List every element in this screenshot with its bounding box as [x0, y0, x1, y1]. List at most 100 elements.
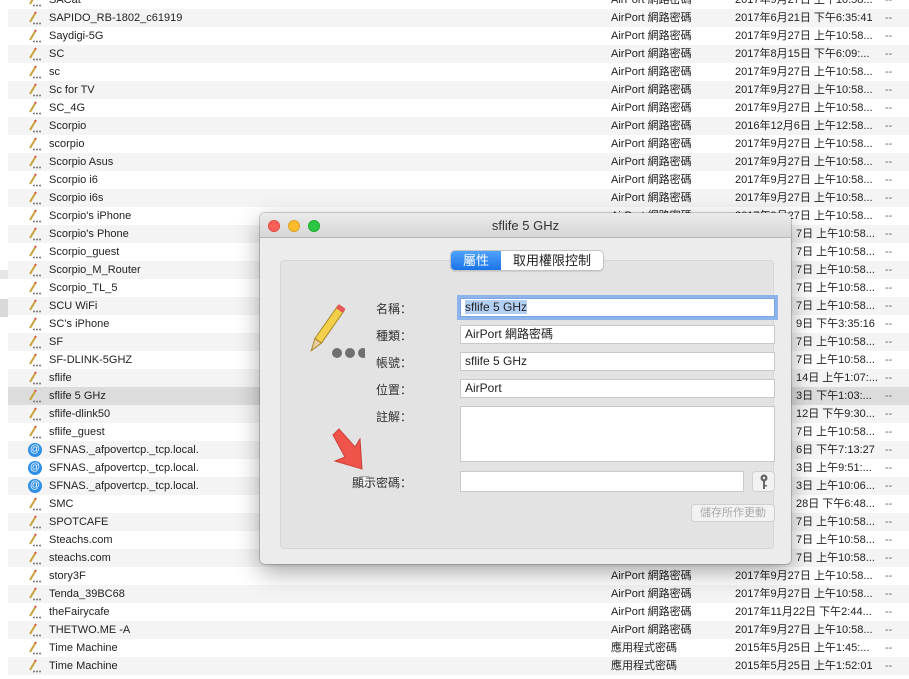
zoom-button[interactable]: [308, 220, 320, 232]
item-kind: AirPort 網路密碼: [611, 12, 692, 24]
password-pencil-icon: [28, 533, 42, 547]
account-field[interactable]: sflife 5 GHz: [460, 352, 775, 371]
list-row[interactable]: Scorpio AirPort 網路密碼 2016年12月6日 上午12:58...…: [8, 117, 909, 135]
list-row[interactable]: SC AirPort 網路密碼 2017年8月15日 下午6:09:... --: [8, 45, 909, 63]
close-button[interactable]: [268, 220, 280, 232]
password-pencil-icon: [28, 83, 42, 97]
password-assistant-button[interactable]: [752, 471, 775, 492]
password-field[interactable]: [460, 471, 744, 492]
password-pencil-icon: [28, 11, 42, 25]
item-expires: --: [885, 0, 893, 6]
password-pencil-icon: [28, 281, 42, 295]
item-kind: AirPort 網路密碼: [611, 624, 692, 636]
show-password-label[interactable]: 顯示密碼：: [352, 474, 412, 491]
name-value: sflife 5 GHz: [465, 300, 528, 314]
item-expires: --: [885, 498, 893, 510]
password-pencil-icon: [28, 245, 42, 259]
list-row[interactable]: Scorpio i6 AirPort 網路密碼 2017年9月27日 上午10:58…: [8, 171, 909, 189]
name-field[interactable]: sflife 5 GHz: [460, 298, 775, 317]
item-date-modified: 2015年5月25日 上午1:45:...: [735, 642, 870, 654]
item-date-modified: 7日 上午10:58...: [796, 282, 875, 294]
password-pencil-icon: [28, 47, 42, 61]
item-kind: AirPort 網路密碼: [611, 48, 692, 60]
item-date-modified: 2017年9月27日 上午10:58...: [735, 102, 873, 114]
key-icon: [760, 474, 767, 489]
list-row[interactable]: theFairycafe AirPort 網路密碼 2017年11月22日 下午2:…: [8, 603, 909, 621]
item-expires: --: [885, 228, 893, 240]
tab-attributes[interactable]: 屬性: [451, 251, 502, 270]
item-name: sflife_guest: [49, 426, 105, 438]
item-name: SC: [49, 48, 65, 60]
item-date-modified: 2017年9月27日 上午10:58...: [735, 624, 873, 636]
item-name: story3F: [49, 570, 86, 582]
item-expires: --: [885, 588, 893, 600]
item-expires: --: [885, 156, 893, 168]
item-name: theFairycafe: [49, 606, 110, 618]
item-date-modified: 6日 下午7:13:27: [796, 444, 875, 456]
password-pencil-icon: [28, 317, 42, 331]
attributes-panel: 名稱： sflife 5 GHz 種類： AirPort 網路密碼 帳號： sf…: [280, 260, 775, 549]
list-row[interactable]: SAPIDO_RB-1802_c61919 AirPort 網路密碼 2017年6月…: [8, 9, 909, 27]
list-row[interactable]: Scorpio i6s AirPort 網路密碼 2017年9月27日 上午10:5…: [8, 189, 909, 207]
list-row[interactable]: sc AirPort 網路密碼 2017年9月27日 上午10:58... --: [8, 63, 909, 81]
item-expires: --: [885, 516, 893, 528]
minimize-button[interactable]: [288, 220, 300, 232]
list-row[interactable]: story3F AirPort 網路密碼 2017年9月27日 上午10:58...…: [8, 567, 909, 585]
password-pencil-icon: [28, 209, 42, 223]
item-name: SF: [49, 336, 64, 348]
list-row[interactable]: Sc for TV AirPort 網路密碼 2017年9月27日 上午10:58.…: [8, 81, 909, 99]
list-row[interactable]: Scorpio Asus AirPort 網路密碼 2017年9月27日 上午10:…: [8, 153, 909, 171]
where-label: 位置：: [375, 383, 412, 397]
item-name: SFNAS._afpovertcp._tcp.local.: [49, 480, 199, 492]
item-name: SC_4G: [49, 102, 86, 114]
list-row[interactable]: Tenda_39BC68 AirPort 網路密碼 2017年9月27日 上午10:…: [8, 585, 909, 603]
item-expires: --: [885, 444, 893, 456]
list-row[interactable]: Time Machine 應用程式密碼 2015年5月25日 上午1:52:01 --: [8, 657, 909, 675]
password-pencil-icon: [28, 353, 42, 367]
comments-label: 註解：: [375, 410, 412, 424]
item-date-modified: 2017年9月27日 上午10:58...: [735, 30, 873, 42]
item-date-modified: 7日 上午10:58...: [796, 264, 875, 276]
item-date-modified: 12日 下午9:30...: [796, 408, 875, 420]
item-expires: --: [885, 12, 893, 24]
comments-field[interactable]: [460, 406, 775, 462]
item-name: THETWO.ME -A: [49, 624, 131, 636]
item-kind: AirPort 網路密碼: [611, 66, 692, 78]
tab-access-control[interactable]: 取用權限控制: [501, 251, 603, 270]
password-pencil-icon: [28, 425, 42, 439]
list-row[interactable]: SACat AirPort 網路密碼 2017年9月27日 上午10:58... --: [8, 0, 909, 9]
password-pencil-icon: [28, 407, 42, 421]
password-pencil-icon: [28, 299, 42, 313]
item-name: Scorpio's iPhone: [49, 210, 132, 222]
item-expires: --: [885, 120, 893, 132]
password-pencil-icon: [28, 137, 42, 151]
item-expires: --: [885, 192, 893, 204]
item-name: Scorpio i6: [49, 174, 98, 186]
list-row[interactable]: Saydigi-5G AirPort 網路密碼 2017年9月27日 上午10:58…: [8, 27, 909, 45]
password-pencil-icon: [28, 335, 42, 349]
item-name: SFNAS._afpovertcp._tcp.local.: [49, 444, 199, 456]
item-date-modified: 2015年5月25日 上午1:52:01: [735, 660, 873, 672]
item-name: Scorpio's Phone: [49, 228, 129, 240]
where-field[interactable]: AirPort: [460, 379, 775, 398]
item-name: SMC: [49, 498, 74, 510]
item-date-modified: 3日 上午10:06...: [796, 480, 875, 492]
item-date-modified: 3日 下午1:03:...: [796, 390, 872, 402]
list-row[interactable]: scorpio AirPort 網路密碼 2017年9月27日 上午10:58...…: [8, 135, 909, 153]
kind-field[interactable]: AirPort 網路密碼: [460, 325, 775, 344]
title-bar[interactable]: sflife 5 GHz: [260, 213, 791, 238]
list-row[interactable]: THETWO.ME -A AirPort 網路密碼 2017年9月27日 上午10:…: [8, 621, 909, 639]
item-date-modified: 28日 下午6:48...: [796, 498, 875, 510]
item-expires: --: [885, 660, 893, 672]
item-kind: AirPort 網路密碼: [611, 570, 692, 582]
list-row[interactable]: SC_4G AirPort 網路密碼 2017年9月27日 上午10:58... --: [8, 99, 909, 117]
item-date-modified: 7日 上午10:58...: [796, 336, 875, 348]
list-row[interactable]: Time Machine 應用程式密碼 2015年5月25日 上午1:45:... -…: [8, 639, 909, 657]
item-name: Time Machine: [49, 660, 118, 672]
item-date-modified: 7日 上午10:58...: [796, 300, 875, 312]
item-name: Scorpio Asus: [49, 156, 114, 168]
item-kind: AirPort 網路密碼: [611, 606, 692, 618]
item-expires: --: [885, 642, 893, 654]
item-date-modified: 2017年9月27日 上午10:58...: [735, 66, 873, 78]
save-changes-button[interactable]: 儲存所作更動: [691, 504, 775, 522]
